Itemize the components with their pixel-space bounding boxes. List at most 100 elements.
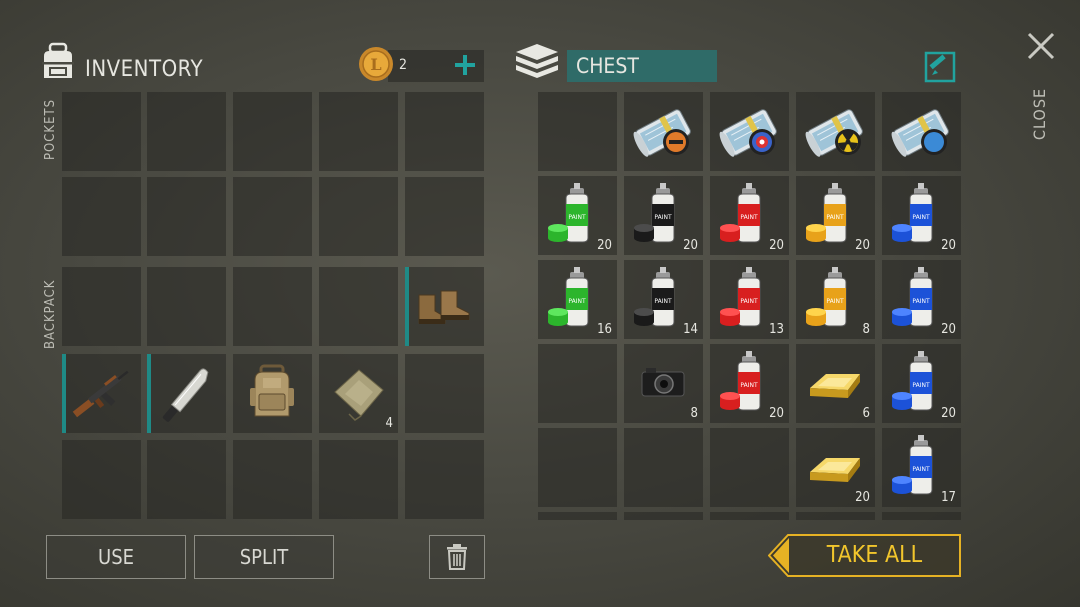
- edit-chest-button[interactable]: [924, 51, 956, 83]
- chest-slot-next-row[interactable]: [882, 512, 961, 520]
- item-quantity: 20: [941, 322, 956, 337]
- chest-slot-0-0[interactable]: [538, 92, 617, 171]
- item-quantity: 20: [855, 490, 870, 505]
- chest-slot-3-2[interactable]: PAINT 20: [710, 344, 789, 423]
- inventory-title: INVENTORY: [85, 57, 204, 82]
- item-quantity: 8: [690, 406, 698, 421]
- inv-slot-2-0[interactable]: [62, 267, 141, 346]
- close-label: CLOSE: [1030, 87, 1049, 140]
- inv-slot-1-3[interactable]: [319, 177, 398, 256]
- blueprint-radiation-icon: [805, 109, 863, 157]
- inv-slot-2-1[interactable]: [147, 267, 226, 346]
- chest-slot-1-0[interactable]: PAINT 20: [538, 176, 617, 255]
- chest-title: CHEST: [576, 54, 639, 78]
- chest-slot-4-0[interactable]: [538, 428, 617, 507]
- plus-icon: [455, 55, 475, 75]
- inv-slot-2-4[interactable]: [405, 267, 484, 346]
- add-coins-button[interactable]: [453, 53, 477, 77]
- chest-slot-1-2[interactable]: PAINT 20: [710, 176, 789, 255]
- chest-slot-2-0[interactable]: PAINT 16: [538, 260, 617, 339]
- svg-text:PAINT: PAINT: [740, 214, 758, 221]
- chest-slot-4-1[interactable]: [624, 428, 703, 507]
- inv-slot-0-3[interactable]: [319, 92, 398, 171]
- chest-slot-0-2[interactable]: [710, 92, 789, 171]
- chest-slot-1-3[interactable]: PAINT 20: [796, 176, 875, 255]
- inv-slot-0-1[interactable]: [147, 92, 226, 171]
- delete-button[interactable]: [429, 535, 485, 579]
- blueprint-blue-icon: [891, 109, 949, 157]
- item-quantity: 17: [941, 490, 956, 505]
- item-quantity: 8: [862, 322, 870, 337]
- chest-slot-1-4[interactable]: PAINT 20: [882, 176, 961, 255]
- take-all-button[interactable]: TAKE ALL: [768, 534, 961, 577]
- coin-amount: 2: [399, 57, 408, 73]
- inv-slot-1-1[interactable]: [147, 177, 226, 256]
- chest-slot-3-1[interactable]: 8: [624, 344, 703, 423]
- split-button[interactable]: SPLIT: [194, 535, 334, 579]
- inv-slot-1-4[interactable]: [405, 177, 484, 256]
- chest-slot-3-0[interactable]: [538, 344, 617, 423]
- inv-slot-4-4[interactable]: [405, 440, 484, 519]
- chest-slot-3-3[interactable]: 6: [796, 344, 875, 423]
- svg-text:PAINT: PAINT: [740, 382, 758, 389]
- inv-slot-3-2[interactable]: [233, 354, 312, 433]
- coin-icon: L: [357, 45, 395, 83]
- item-quantity: 20: [855, 238, 870, 253]
- inv-slot-2-3[interactable]: [319, 267, 398, 346]
- assault-rifle-icon: [72, 370, 129, 418]
- chest-slot-0-4[interactable]: [882, 92, 961, 171]
- item-quantity: 16: [597, 322, 612, 337]
- chest-slot-next-row[interactable]: [796, 512, 875, 520]
- item-quantity: 20: [769, 238, 784, 253]
- inv-slot-3-1[interactable]: [147, 354, 226, 433]
- inv-slot-3-0[interactable]: [62, 354, 141, 433]
- take-all-label: TAKE ALL: [826, 542, 923, 568]
- chest-slot-3-4[interactable]: PAINT 20: [882, 344, 961, 423]
- svg-text:L: L: [370, 55, 381, 74]
- item-quantity: 20: [683, 238, 698, 253]
- svg-text:PAINT: PAINT: [654, 298, 672, 305]
- item-quantity: 6: [862, 406, 870, 421]
- inv-slot-2-2[interactable]: [233, 267, 312, 346]
- backpack-header-icon: [38, 42, 78, 82]
- inv-slot-1-0[interactable]: [62, 177, 141, 256]
- chest-slot-2-2[interactable]: PAINT 13: [710, 260, 789, 339]
- edit-icon: [924, 51, 956, 83]
- item-quantity: 20: [941, 238, 956, 253]
- item-quantity: 4: [385, 416, 393, 431]
- chest-slot-0-3[interactable]: [796, 92, 875, 171]
- inv-slot-1-2[interactable]: [233, 177, 312, 256]
- chest-slot-4-3[interactable]: 20: [796, 428, 875, 507]
- inv-slot-4-1[interactable]: [147, 440, 226, 519]
- inv-slot-0-4[interactable]: [405, 92, 484, 171]
- chest-slot-2-4[interactable]: PAINT 20: [882, 260, 961, 339]
- chest-icon: [514, 42, 560, 82]
- boots-icon: [418, 290, 470, 324]
- chest-slot-4-4[interactable]: PAINT 17: [882, 428, 961, 507]
- backpack-label: BACKPACK: [43, 279, 58, 349]
- item-quantity: 20: [941, 406, 956, 421]
- close-icon: [1027, 32, 1055, 60]
- inv-slot-4-2[interactable]: [233, 440, 312, 519]
- chest-slot-2-3[interactable]: PAINT 8: [796, 260, 875, 339]
- chest-slot-0-1[interactable]: [624, 92, 703, 171]
- inv-slot-4-3[interactable]: [319, 440, 398, 519]
- inv-slot-3-3[interactable]: 4: [319, 354, 398, 433]
- chest-slot-next-row[interactable]: [624, 512, 703, 520]
- use-button[interactable]: USE: [46, 535, 186, 579]
- inv-slot-3-4[interactable]: [405, 354, 484, 433]
- chest-slot-4-2[interactable]: [710, 428, 789, 507]
- inv-slot-0-2[interactable]: [233, 92, 312, 171]
- svg-text:PAINT: PAINT: [912, 382, 930, 389]
- chest-slot-next-row[interactable]: [710, 512, 789, 520]
- item-quantity: 20: [769, 406, 784, 421]
- blueprint-target-icon: [719, 109, 777, 157]
- chest-slot-next-row[interactable]: [538, 512, 617, 520]
- inv-slot-4-0[interactable]: [62, 440, 141, 519]
- chest-slot-2-1[interactable]: PAINT 14: [624, 260, 703, 339]
- item-quantity: 20: [597, 238, 612, 253]
- chest-slot-1-1[interactable]: PAINT 20: [624, 176, 703, 255]
- svg-text:PAINT: PAINT: [568, 214, 586, 221]
- svg-text:PAINT: PAINT: [654, 214, 672, 221]
- inv-slot-0-0[interactable]: [62, 92, 141, 171]
